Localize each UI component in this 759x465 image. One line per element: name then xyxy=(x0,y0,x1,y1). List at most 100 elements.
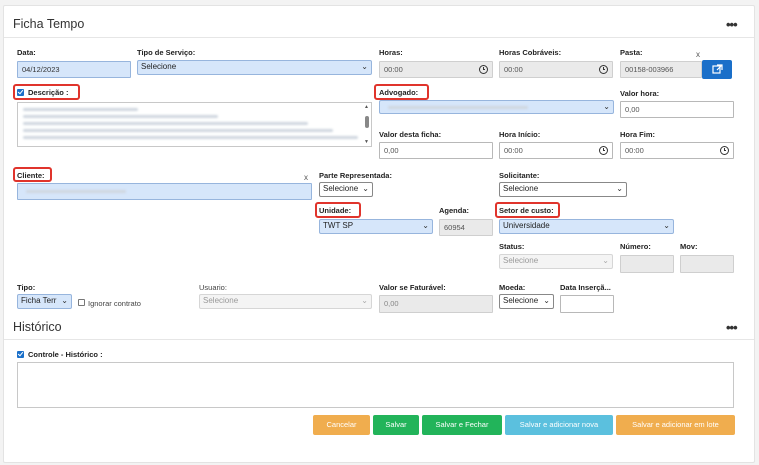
unidade-label: Unidade: xyxy=(319,206,352,215)
valor-hora-input[interactable]: 0,00 xyxy=(620,101,734,118)
agenda-input[interactable]: 60954 xyxy=(439,219,493,236)
clock-icon[interactable] xyxy=(479,65,488,74)
redacted-text xyxy=(388,106,528,109)
status-select[interactable]: Selecione ⌄ xyxy=(499,254,613,269)
chevron-down-icon: ⌄ xyxy=(616,184,623,193)
setor-custo-select[interactable]: Universidade ⌄ xyxy=(499,219,674,234)
redacted-text xyxy=(23,129,333,132)
more-options-icon[interactable]: ••• xyxy=(726,17,738,32)
redacted-text xyxy=(23,115,218,118)
divider xyxy=(4,37,754,38)
cliente-label: Cliente: xyxy=(17,171,45,180)
agenda-label: Agenda: xyxy=(439,206,469,215)
chevron-down-icon: ⌄ xyxy=(362,184,369,193)
hora-inicio-input[interactable]: 00:00 xyxy=(499,142,613,159)
solicitante-value: Selecione xyxy=(503,184,539,193)
unidade-select[interactable]: TWT SP ⌄ xyxy=(319,219,433,234)
usuario-value: Selecione xyxy=(203,296,239,305)
pasta-open-button[interactable] xyxy=(702,60,732,79)
chevron-down-icon: ⌄ xyxy=(543,296,550,305)
clear-pasta-icon[interactable]: x xyxy=(696,50,700,59)
scroll-thumb[interactable] xyxy=(365,116,369,128)
mov-label: Mov: xyxy=(680,242,698,251)
clock-icon[interactable] xyxy=(599,65,608,74)
valor-ficha-input[interactable]: 0,00 xyxy=(379,142,493,159)
chevron-down-icon: ⌄ xyxy=(663,221,670,230)
salvar-fechar-button[interactable]: Salvar e Fechar xyxy=(422,415,502,435)
advogado-select[interactable]: ⌄ xyxy=(379,100,614,114)
redacted-text xyxy=(23,122,308,125)
chevron-down-icon: ⌄ xyxy=(603,102,610,111)
hora-inicio-label: Hora Início: xyxy=(499,130,541,139)
moeda-select[interactable]: Selecione ⌄ xyxy=(499,294,554,309)
hora-fim-input[interactable]: 00:00 xyxy=(620,142,734,159)
pasta-input[interactable]: 00158-003966 xyxy=(620,61,702,78)
advogado-label: Advogado: xyxy=(379,88,419,97)
mov-input[interactable] xyxy=(680,255,734,273)
solicitante-select[interactable]: Selecione ⌄ xyxy=(499,182,627,197)
tipo-value: Ficha Terr xyxy=(21,296,57,305)
pasta-label: Pasta: xyxy=(620,48,643,57)
hora-fim-label: Hora Fim: xyxy=(620,130,656,139)
tipo-servico-value: Selecione xyxy=(141,62,177,71)
moeda-value: Selecione xyxy=(503,296,539,305)
descricao-checkbox[interactable] xyxy=(17,89,24,96)
clock-icon[interactable] xyxy=(599,146,608,155)
horas-cobraveis-value: 00:00 xyxy=(504,65,523,74)
horas-value: 00:00 xyxy=(384,65,403,74)
parte-representada-select[interactable]: Selecione ⌄ xyxy=(319,182,373,197)
valor-faturavel-input[interactable]: 0,00 xyxy=(379,295,493,313)
redacted-text xyxy=(23,136,358,139)
cancelar-button[interactable]: Cancelar xyxy=(313,415,370,435)
controle-checkbox[interactable] xyxy=(17,351,24,358)
scrollbar[interactable]: ▲ ▼ xyxy=(364,104,370,145)
salvar-adicionar-nova-button[interactable]: Salvar e adicionar nova xyxy=(505,415,613,435)
divider xyxy=(4,339,754,340)
external-link-icon xyxy=(712,64,723,74)
status-label: Status: xyxy=(499,242,525,251)
status-value: Selecione xyxy=(503,256,539,265)
controle-historico-label: Controle - Histórico : xyxy=(28,350,103,359)
horas-cobraveis-label: Horas Cobráveis: xyxy=(499,48,562,57)
cliente-input[interactable] xyxy=(17,183,312,200)
usuario-label: Usuario: xyxy=(199,283,227,292)
chevron-down-icon: ⌄ xyxy=(361,62,368,71)
controle-historico-textarea[interactable] xyxy=(17,362,734,408)
clear-cliente-icon[interactable]: x xyxy=(304,173,308,182)
salvar-adicionar-lote-button[interactable]: Salvar e adicionar em lote xyxy=(616,415,735,435)
chevron-down-icon: ⌄ xyxy=(61,296,68,305)
chevron-down-icon: ⌄ xyxy=(361,296,368,305)
salvar-button[interactable]: Salvar xyxy=(373,415,419,435)
horas-cobraveis-input[interactable]: 00:00 xyxy=(499,61,613,78)
parte-representada-label: Parte Representada: xyxy=(319,171,392,180)
numero-input[interactable] xyxy=(620,255,674,273)
valor-ficha-label: Valor desta ficha: xyxy=(379,130,442,139)
scroll-down-icon[interactable]: ▼ xyxy=(364,139,369,145)
clock-icon[interactable] xyxy=(720,146,729,155)
ignorar-contrato-label: Ignorar contrato xyxy=(88,299,141,308)
chevron-down-icon: ⌄ xyxy=(422,221,429,230)
valor-faturavel-label: Valor se Faturável: xyxy=(379,283,446,292)
hora-fim-value: 00:00 xyxy=(625,146,644,155)
data-input[interactable]: 04/12/2023 xyxy=(17,61,131,78)
tipo-select[interactable]: Ficha Terr ⌄ xyxy=(17,294,72,309)
parte-representada-value: Selecione xyxy=(323,184,359,193)
data-label: Data: xyxy=(17,48,36,57)
setor-custo-value: Universidade xyxy=(503,221,550,230)
usuario-select[interactable]: Selecione ⌄ xyxy=(199,294,372,309)
moeda-label: Moeda: xyxy=(499,283,526,292)
data-insercao-input[interactable] xyxy=(560,295,614,313)
horas-label: Horas: xyxy=(379,48,403,57)
more-options-icon[interactable]: ••• xyxy=(726,320,738,335)
scroll-up-icon[interactable]: ▲ xyxy=(364,104,369,110)
hora-inicio-value: 00:00 xyxy=(504,146,523,155)
descricao-textarea[interactable]: ▲ ▼ xyxy=(17,102,372,147)
page-title: Ficha Tempo xyxy=(13,17,85,31)
numero-label: Número: xyxy=(620,242,651,251)
horas-input[interactable]: 00:00 xyxy=(379,61,493,78)
ignorar-contrato-checkbox[interactable] xyxy=(78,299,85,306)
unidade-value: TWT SP xyxy=(323,221,354,230)
historico-title: Histórico xyxy=(13,320,62,334)
tipo-servico-select[interactable]: Selecione ⌄ xyxy=(137,60,372,75)
descricao-label: Descrição : xyxy=(28,88,69,97)
